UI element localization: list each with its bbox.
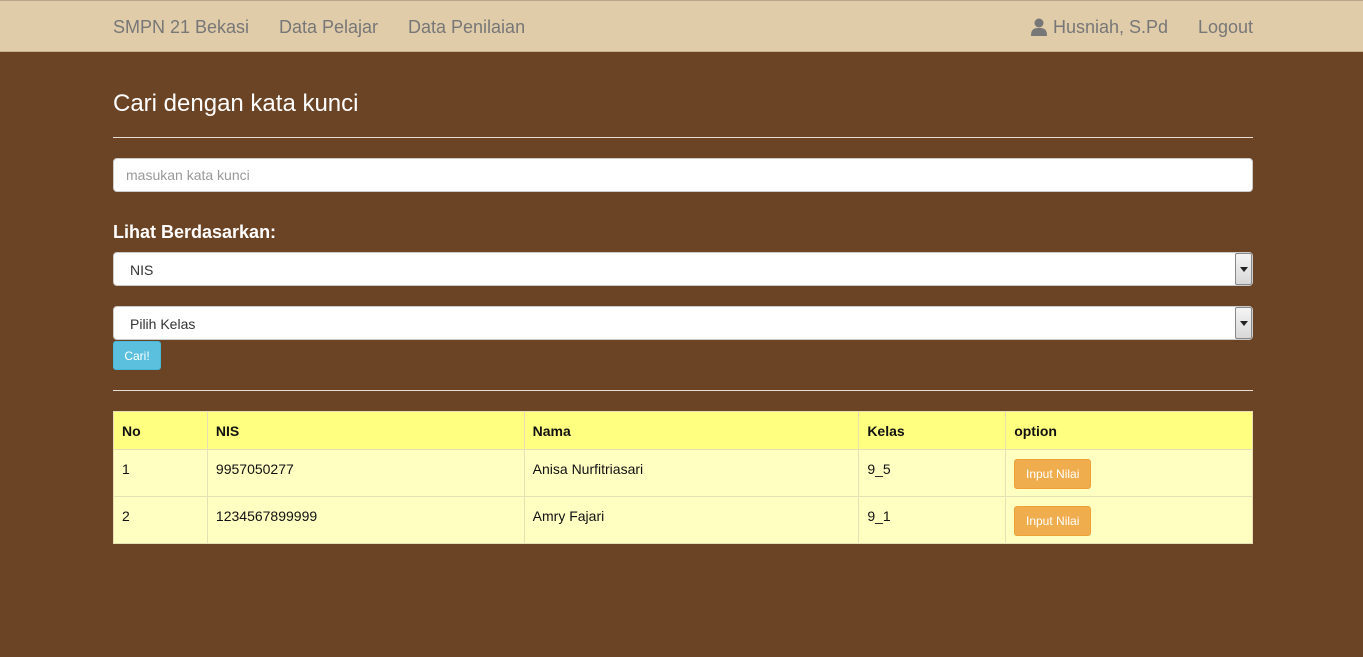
student-table: No NIS Nama Kelas option 1 9957050277 An…	[113, 411, 1253, 544]
class-select[interactable]: Pilih Kelas	[113, 306, 1253, 340]
user-icon	[1031, 18, 1047, 36]
search-input[interactable]	[113, 158, 1253, 192]
header-option: option	[1005, 411, 1253, 450]
cell-nama: Anisa Nurfitriasari	[523, 449, 860, 497]
page-title: Cari dengan kata kunci	[113, 90, 359, 117]
input-nilai-button[interactable]: Input Nilai	[1014, 506, 1092, 536]
filter-by-select[interactable]: NIS	[113, 252, 1253, 286]
header-nis: NIS	[206, 411, 525, 450]
filter-by-value: NIS	[130, 262, 154, 278]
cell-kelas: 9_1	[858, 496, 1007, 544]
user-name-link[interactable]: Husniah, S.Pd	[1053, 17, 1168, 38]
table-row: 2 1234567899999 Amry Fajari 9_1 Input Ni…	[113, 496, 1253, 544]
nav-data-penilaian[interactable]: Data Penilaian	[408, 17, 525, 38]
divider	[113, 390, 1253, 391]
cell-no: 1	[113, 449, 208, 497]
divider	[113, 137, 1253, 138]
chevron-down-icon[interactable]	[1235, 253, 1252, 285]
cell-kelas: 9_5	[858, 449, 1007, 497]
header-no: No	[113, 411, 208, 450]
top-navbar: SMPN 21 Bekasi Data Pelajar Data Penilai…	[0, 0, 1363, 52]
brand-link[interactable]: SMPN 21 Bekasi	[113, 17, 249, 38]
header-kelas: Kelas	[858, 411, 1007, 450]
cell-nis: 9957050277	[206, 449, 525, 497]
table-row: 1 9957050277 Anisa Nurfitriasari 9_5 Inp…	[113, 449, 1253, 497]
chevron-down-icon[interactable]	[1235, 307, 1252, 339]
logout-link[interactable]: Logout	[1198, 17, 1253, 38]
filter-label: Lihat Berdasarkan:	[113, 222, 277, 242]
table-header-row: No NIS Nama Kelas option	[113, 411, 1253, 450]
nav-data-pelajar[interactable]: Data Pelajar	[279, 17, 378, 38]
header-nama: Nama	[523, 411, 860, 450]
cell-option: Input Nilai	[1005, 449, 1253, 497]
cell-nama: Amry Fajari	[523, 496, 860, 544]
input-nilai-button[interactable]: Input Nilai	[1014, 459, 1092, 489]
cell-option: Input Nilai	[1005, 496, 1253, 544]
class-value: Pilih Kelas	[130, 316, 196, 332]
cell-nis: 1234567899999	[206, 496, 525, 544]
search-button[interactable]: Cari!	[113, 341, 161, 370]
cell-no: 2	[113, 496, 208, 544]
